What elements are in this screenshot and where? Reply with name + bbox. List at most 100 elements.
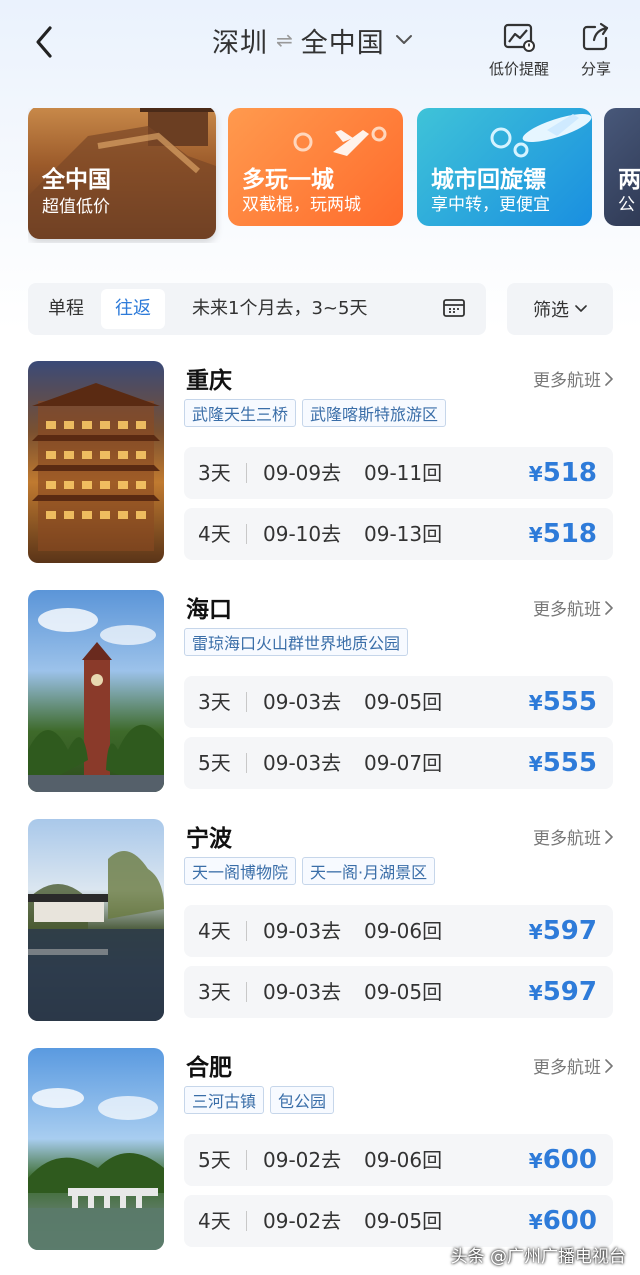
destination-city-name[interactable]: 宁波 bbox=[186, 819, 232, 853]
currency-symbol: ¥ bbox=[528, 752, 543, 776]
trip-duration: 5天 bbox=[198, 1148, 231, 1172]
attraction-tag[interactable]: 雷琼海口火山群世界地质公园 bbox=[184, 628, 409, 656]
attraction-tags: 天一阁博物院 天一阁·月湖景区 bbox=[184, 857, 436, 885]
trip-duration: 3天 bbox=[198, 690, 231, 714]
banner-all-china[interactable]: 全中国 超值低价 bbox=[28, 108, 216, 239]
banner-partial[interactable]: 两 公 bbox=[604, 108, 640, 226]
more-flights-link[interactable]: 更多航班 bbox=[533, 366, 613, 391]
chevron-right-icon bbox=[605, 371, 613, 386]
banner-subtitle: 公 bbox=[618, 195, 635, 215]
filter-label: 筛选 bbox=[533, 300, 569, 321]
departure-date: 09-03去 bbox=[263, 980, 342, 1004]
departure-date: 09-03去 bbox=[263, 919, 342, 943]
attraction-tags: 三河古镇 包公园 bbox=[184, 1086, 335, 1114]
tab-round-trip[interactable]: 往返 bbox=[101, 289, 165, 329]
trend-chart-icon bbox=[503, 23, 535, 52]
price-alert-label: 低价提醒 bbox=[488, 60, 549, 78]
more-flights-label: 更多航班 bbox=[533, 1058, 601, 1078]
banner-two-cities[interactable]: 多玩一城 双截棍，玩两城 bbox=[228, 108, 403, 226]
price-value: 597 bbox=[542, 977, 597, 1007]
airplane-illustration bbox=[490, 113, 592, 158]
destination-photo[interactable] bbox=[28, 361, 164, 563]
attraction-tag[interactable]: 三河古镇 bbox=[184, 1086, 265, 1114]
trip-duration: 3天 bbox=[198, 461, 231, 485]
price: ¥600 bbox=[529, 1134, 597, 1187]
temple-illustration bbox=[32, 383, 160, 551]
destination-city: 全中国 bbox=[300, 27, 385, 59]
calendar-icon[interactable] bbox=[442, 297, 466, 319]
flight-option-row[interactable]: 3天 09-03去 09-05回 ¥597 bbox=[184, 966, 613, 1018]
more-flights-link[interactable]: 更多航班 bbox=[533, 824, 613, 849]
trip-filter-bar: 单程 往返 未来1个月去，3~5天 bbox=[28, 283, 486, 335]
clock-tower-illustration bbox=[28, 608, 164, 792]
back-button[interactable] bbox=[28, 22, 64, 62]
swap-icon[interactable]: ⇌ bbox=[276, 28, 293, 52]
return-date: 09-05回 bbox=[364, 1209, 443, 1233]
destination-city-name[interactable]: 合肥 bbox=[186, 1048, 232, 1082]
price: ¥600 bbox=[529, 1195, 597, 1248]
banner-subtitle: 超值低价 bbox=[42, 197, 110, 217]
trip-duration: 4天 bbox=[198, 919, 231, 943]
watermark-text: 头条 @广州广播电视台 bbox=[450, 1247, 626, 1267]
route-selector[interactable]: 深圳 ⇌ 全中国 bbox=[212, 18, 413, 62]
date-range-selector[interactable]: 未来1个月去，3~5天 bbox=[192, 289, 367, 329]
price-alert-button[interactable]: 低价提醒 bbox=[484, 22, 554, 79]
flight-option-row[interactable]: 4天 09-10去 09-13回 ¥518 bbox=[184, 508, 613, 560]
destination-card: 宁波 更多航班 天一阁博物院 天一阁·月湖景区 4天 09-03去 09-06回… bbox=[28, 819, 613, 1024]
attraction-tags: 武隆天生三桥 武隆喀斯特旅游区 bbox=[184, 399, 447, 427]
return-date: 09-05回 bbox=[364, 690, 443, 714]
tab-one-way[interactable]: 单程 bbox=[34, 289, 98, 329]
attraction-tag[interactable]: 天一阁博物院 bbox=[184, 857, 297, 885]
attraction-tag[interactable]: 天一阁·月湖景区 bbox=[302, 857, 436, 885]
currency-symbol: ¥ bbox=[528, 981, 543, 1005]
pavilion-illustration bbox=[28, 851, 164, 1021]
return-date: 09-11回 bbox=[364, 461, 443, 485]
attraction-tag[interactable]: 武隆喀斯特旅游区 bbox=[302, 399, 447, 427]
flight-option-row[interactable]: 5天 09-03去 09-07回 ¥555 bbox=[184, 737, 613, 789]
chevron-down-icon bbox=[395, 35, 412, 44]
departure-date: 09-02去 bbox=[263, 1209, 342, 1233]
currency-symbol: ¥ bbox=[528, 691, 543, 715]
destination-photo[interactable] bbox=[28, 1048, 164, 1250]
price-value: 555 bbox=[542, 748, 597, 778]
trip-duration: 5天 bbox=[198, 751, 231, 775]
attraction-tag[interactable]: 武隆天生三桥 bbox=[184, 399, 297, 427]
price-value: 518 bbox=[542, 458, 597, 488]
flight-option-row[interactable]: 4天 09-02去 09-05回 ¥600 bbox=[184, 1195, 613, 1247]
divider bbox=[246, 692, 247, 712]
flight-option-row[interactable]: 3天 09-03去 09-05回 ¥555 bbox=[184, 676, 613, 728]
price-value: 518 bbox=[542, 519, 597, 549]
more-flights-label: 更多航班 bbox=[533, 371, 601, 391]
banner-boomerang[interactable]: 城市回旋镖 享中转，更便宜 bbox=[417, 108, 592, 226]
destination-city-name[interactable]: 重庆 bbox=[186, 361, 232, 395]
price: ¥518 bbox=[529, 447, 597, 500]
attraction-tag[interactable]: 包公园 bbox=[270, 1086, 335, 1114]
divider bbox=[246, 1211, 247, 1231]
origin-city: 深圳 bbox=[212, 27, 268, 59]
banner-subtitle: 双截棍，玩两城 bbox=[242, 195, 361, 215]
return-date: 09-07回 bbox=[364, 751, 443, 775]
price: ¥555 bbox=[529, 676, 597, 729]
flight-option-row[interactable]: 5天 09-02去 09-06回 ¥600 bbox=[184, 1134, 613, 1186]
departure-date: 09-09去 bbox=[263, 461, 342, 485]
flight-option-row[interactable]: 4天 09-03去 09-06回 ¥597 bbox=[184, 905, 613, 957]
share-button[interactable]: 分享 bbox=[574, 22, 618, 79]
price-value: 600 bbox=[542, 1145, 597, 1175]
header: 深圳 ⇌ 全中国 低价提醒 分享 bbox=[0, 0, 640, 90]
more-flights-label: 更多航班 bbox=[533, 829, 601, 849]
currency-symbol: ¥ bbox=[528, 462, 543, 486]
more-flights-link[interactable]: 更多航班 bbox=[533, 1053, 613, 1078]
destination-photo[interactable] bbox=[28, 819, 164, 1021]
more-flights-link[interactable]: 更多航班 bbox=[533, 595, 613, 620]
destination-photo[interactable] bbox=[28, 590, 164, 792]
currency-symbol: ¥ bbox=[528, 523, 543, 547]
return-date: 09-13回 bbox=[364, 522, 443, 546]
flight-option-row[interactable]: 3天 09-09去 09-11回 ¥518 bbox=[184, 447, 613, 499]
trip-duration: 4天 bbox=[198, 522, 231, 546]
attraction-tags: 雷琼海口火山群世界地质公园 bbox=[184, 628, 409, 656]
price-value: 555 bbox=[542, 687, 597, 717]
chevron-right-icon bbox=[605, 600, 613, 615]
destination-city-name[interactable]: 海口 bbox=[186, 590, 232, 624]
price-value: 600 bbox=[542, 1206, 597, 1236]
filter-button[interactable]: 筛选 bbox=[507, 283, 613, 335]
